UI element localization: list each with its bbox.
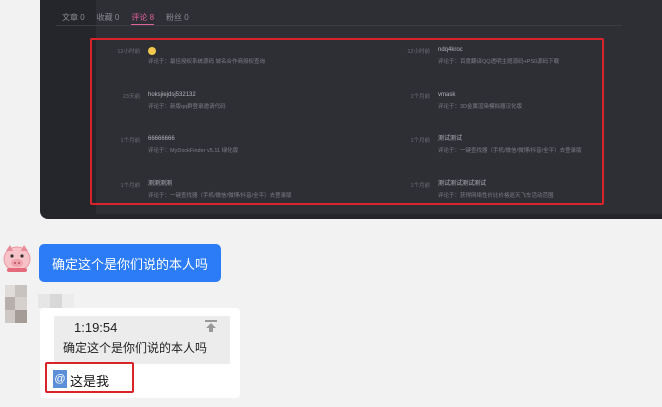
tabs-divider [56,25,622,26]
profile-tabs: 文章 0 收藏 0 评论 8 粉丝 0 [62,12,189,25]
highlight-box [90,38,604,205]
tab-comments[interactable]: 评论 8 [131,12,155,25]
message-bubble[interactable]: 确定这个是你们说的本人吗 [39,244,221,282]
tab-fans[interactable]: 粉丝 0 [166,12,189,25]
tab-favorites[interactable]: 收藏 0 [97,12,120,25]
quote-time: 1:19:54 [74,320,118,335]
reply-text: 这是我 [70,374,110,389]
at-mention-icon[interactable]: @ [53,370,67,388]
blurred-avatar[interactable] [5,285,27,323]
pig-avatar-icon[interactable] [2,242,32,274]
quote-text: 确定这个是你们说的本人吗 [63,341,208,355]
jump-to-original-icon[interactable] [204,319,218,333]
tab-articles[interactable]: 文章 0 [62,12,85,25]
